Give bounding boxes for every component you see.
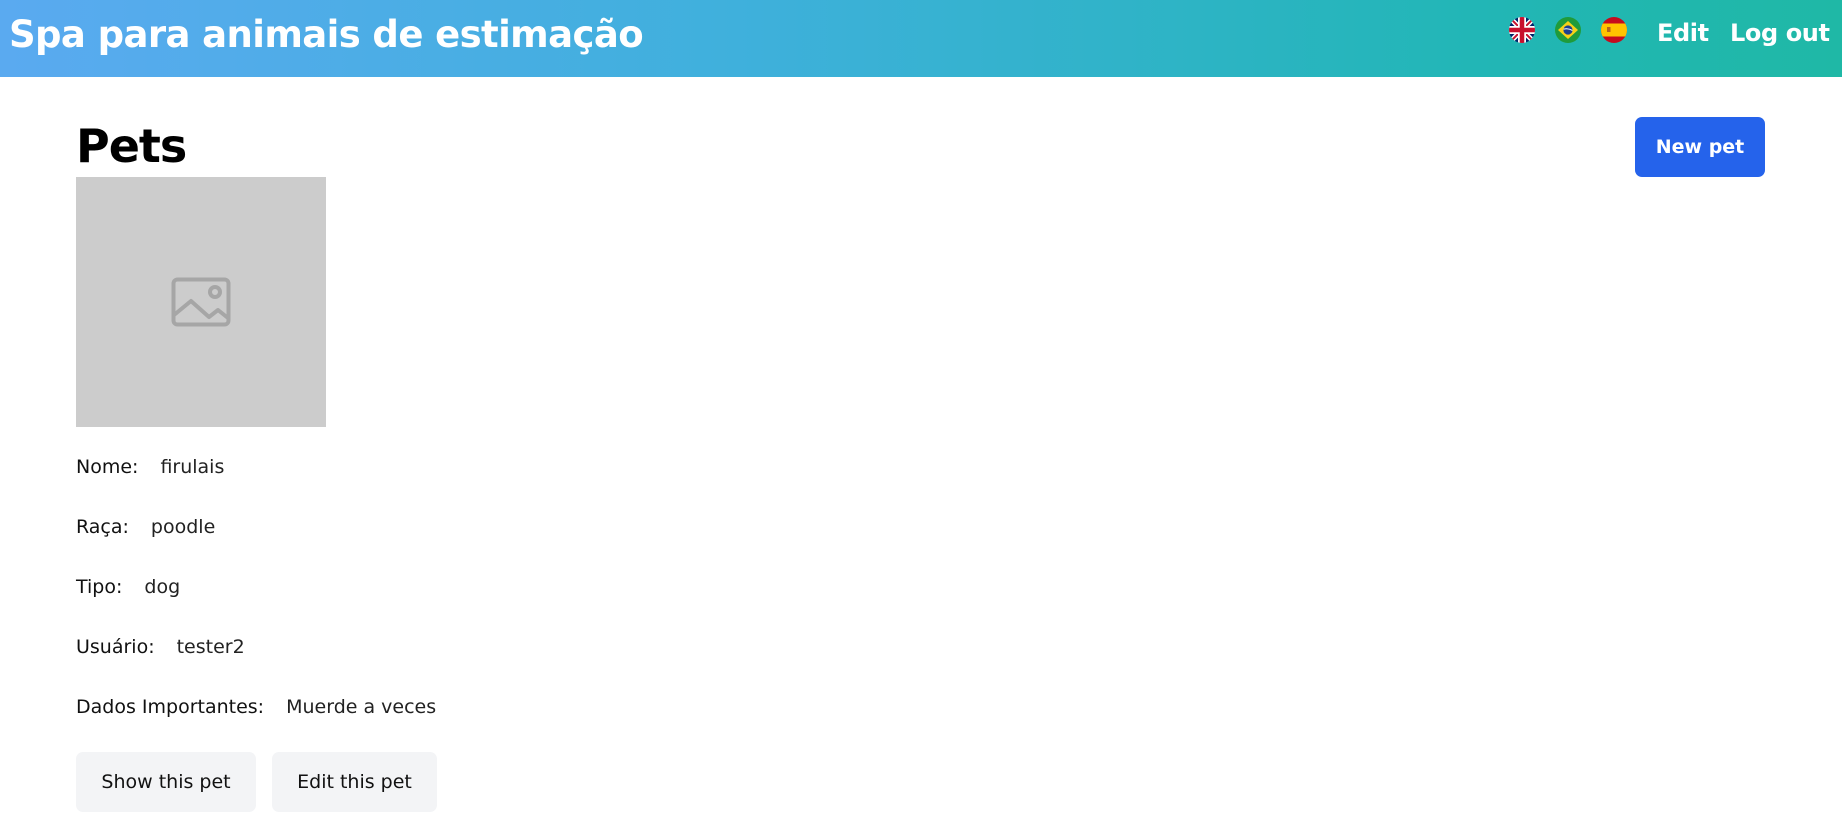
pet-field-usuario: Usuário: tester2	[76, 632, 245, 662]
pet-field-tipo: Tipo: dog	[76, 572, 180, 602]
pet-photo-placeholder	[76, 177, 326, 427]
pet-field-raca: Raça: poodle	[76, 512, 215, 542]
field-label-usuario: Usuário:	[76, 636, 155, 658]
show-pet-button[interactable]: Show this pet	[76, 752, 256, 812]
field-value-tipo: dog	[144, 576, 181, 598]
field-label-nome: Nome:	[76, 456, 139, 478]
pet-field-dados-importantes: Dados Importantes: Muerde a veces	[76, 692, 436, 722]
brazil-flag-icon[interactable]	[1555, 17, 1581, 43]
field-value-nome: firulais	[160, 456, 225, 478]
field-value-usuario: tester2	[176, 636, 245, 658]
field-label-raca: Raça:	[76, 516, 129, 538]
field-value-raca: poodle	[150, 516, 216, 538]
logout-link[interactable]: Log out	[1730, 0, 1830, 67]
field-label-tipo: Tipo:	[76, 576, 123, 598]
page-title: Pets	[76, 119, 187, 173]
field-label-dados-importantes: Dados Importantes:	[76, 696, 265, 718]
new-pet-button[interactable]: New pet	[1635, 117, 1765, 177]
image-placeholder-icon	[171, 277, 231, 327]
field-value-dados-importantes: Muerde a veces	[286, 696, 437, 718]
spain-flag-icon[interactable]	[1601, 17, 1627, 43]
edit-link[interactable]: Edit	[1657, 0, 1709, 67]
edit-pet-button[interactable]: Edit this pet	[272, 752, 437, 812]
uk-flag-icon[interactable]	[1509, 17, 1535, 43]
pet-field-nome: Nome: firulais	[76, 452, 224, 482]
brand-title[interactable]: Spa para animais de estimação	[9, 0, 644, 69]
top-navbar: Spa para animais de estimação Edit Log o…	[0, 0, 1842, 77]
